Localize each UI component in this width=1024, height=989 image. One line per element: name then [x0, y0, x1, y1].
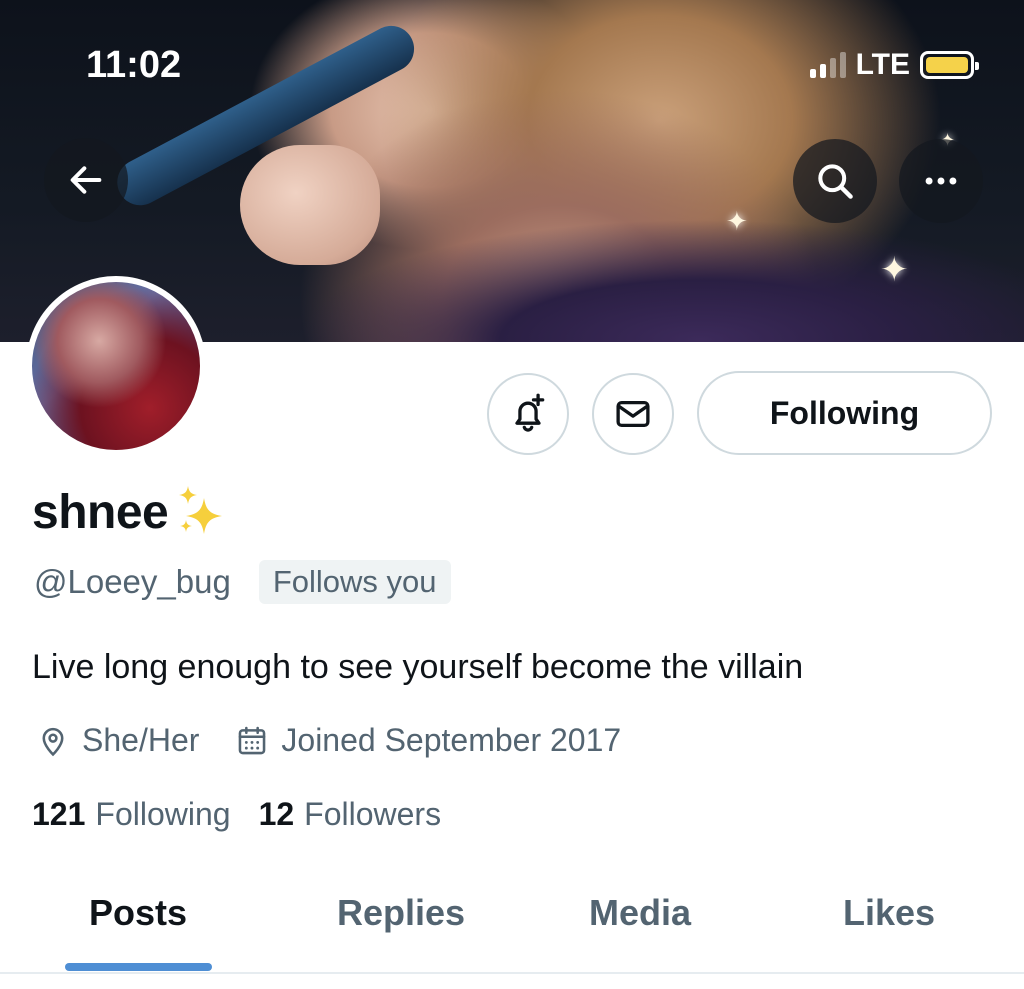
tab-replies[interactable]: Replies: [337, 892, 465, 934]
status-time: 11:02: [86, 44, 182, 86]
arrow-left-icon: [70, 166, 102, 194]
location-text: She/Her: [82, 722, 200, 758]
more-options-button[interactable]: [899, 139, 983, 223]
envelope-icon: [616, 400, 650, 428]
display-name: shnee: [32, 484, 232, 540]
joined-text: Joined September 2017: [281, 722, 622, 758]
more-horizontal-icon: [925, 177, 957, 185]
banner-hand: [240, 145, 380, 265]
back-button[interactable]: [44, 138, 128, 222]
sparkle-icon: ✦: [726, 206, 748, 236]
follow-counts: 121 Following 12 Followers: [32, 796, 441, 833]
notifications-button[interactable]: [487, 373, 569, 455]
signal-icon: [809, 52, 846, 78]
followers-label: Followers: [304, 796, 442, 832]
tab-media[interactable]: Media: [589, 892, 691, 934]
user-handle: @Loeey_bug: [34, 563, 231, 600]
active-tab-indicator: [65, 963, 212, 971]
network-label: LTE: [855, 48, 910, 81]
search-button[interactable]: [793, 139, 877, 223]
followers-count-link[interactable]: 12 Followers: [259, 796, 442, 833]
tab-posts[interactable]: Posts: [89, 892, 187, 934]
calendar-icon: [239, 726, 266, 754]
following-count: 121: [32, 796, 86, 832]
search-icon: [818, 164, 853, 199]
profile-meta: She/Her Joined September 2017: [36, 722, 621, 759]
tabs-divider: [0, 972, 1024, 974]
following-count-link[interactable]: 121 Following: [32, 796, 231, 833]
avatar[interactable]: [26, 276, 206, 456]
battery-icon: [920, 51, 979, 79]
location-pin-icon: [42, 727, 64, 756]
sparkle-icon: ✦: [880, 251, 909, 289]
location-item: She/Her: [36, 722, 199, 759]
profile-tabs: Posts Replies Media Likes: [0, 870, 1024, 974]
following-button[interactable]: Following: [697, 371, 992, 455]
tab-likes[interactable]: Likes: [843, 892, 935, 934]
following-label: Following: [95, 796, 231, 832]
joined-item: Joined September 2017: [235, 722, 621, 759]
status-indicators: LTE: [809, 48, 979, 82]
sparkles-icon: [174, 484, 232, 540]
handle-row: @Loeey_bug Follows you: [34, 560, 451, 604]
followers-count: 12: [258, 796, 295, 832]
display-name-text: shnee: [32, 485, 169, 539]
profile-bio: Live long enough to see yourself become …: [32, 648, 804, 686]
bell-plus-icon: [515, 393, 545, 432]
follows-you-badge: Follows you: [258, 560, 451, 604]
message-button[interactable]: [592, 373, 674, 455]
